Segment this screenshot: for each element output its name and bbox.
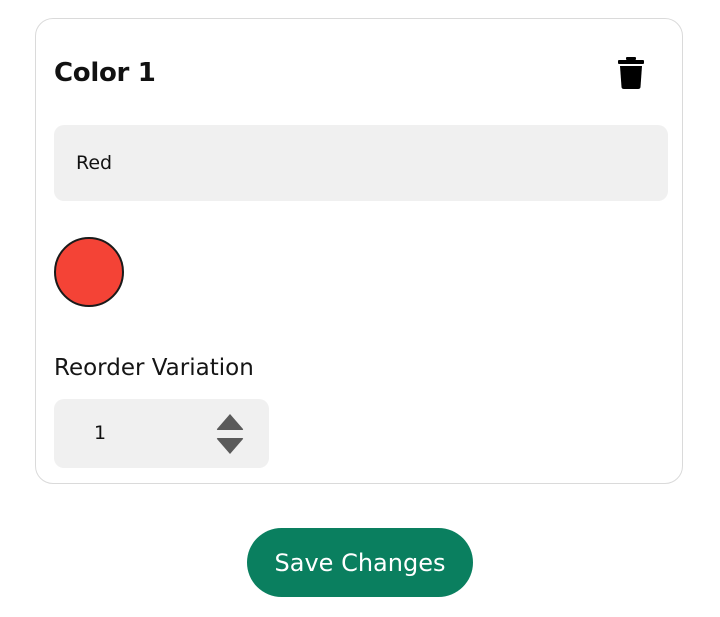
trash-icon xyxy=(618,57,644,89)
delete-variation-button[interactable] xyxy=(614,55,648,91)
reorder-value: 1 xyxy=(94,422,107,444)
triangle-down-icon[interactable] xyxy=(216,437,244,455)
variation-title: Color 1 xyxy=(54,58,156,88)
reorder-variation-label: Reorder Variation xyxy=(54,355,254,381)
color-variation-card: Color 1 Reorder Variation 1 xyxy=(35,18,683,484)
reorder-stepper[interactable]: 1 xyxy=(54,399,269,468)
triangle-up-icon[interactable] xyxy=(216,413,244,431)
variation-name-input[interactable] xyxy=(54,125,668,201)
save-changes-button[interactable]: Save Changes xyxy=(247,528,473,597)
color-swatch[interactable] xyxy=(54,237,124,307)
